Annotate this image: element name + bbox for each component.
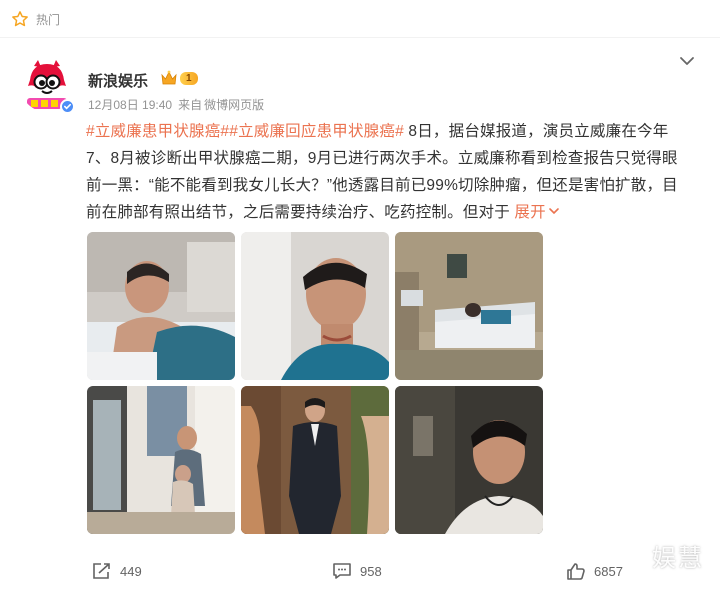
- hot-label: 热门: [36, 12, 61, 27]
- repost-button[interactable]: 449: [92, 556, 142, 586]
- post-meta: 12月08日 19:40 来自 微博网页版: [88, 96, 264, 113]
- header-divider: [0, 37, 720, 38]
- comment-button[interactable]: 958: [332, 556, 382, 586]
- vip-level: 1: [180, 71, 198, 85]
- source-prefix: 来自: [178, 98, 203, 112]
- post-photo-drama-still[interactable]: [395, 386, 543, 534]
- comment-icon: [333, 563, 351, 579]
- post-source: 微博网页版: [204, 98, 265, 112]
- thumbs-up-icon: [567, 563, 585, 580]
- like-button[interactable]: 6857: [566, 556, 623, 586]
- post-photo-father-daughter[interactable]: [87, 386, 235, 534]
- vip-badge[interactable]: 1: [160, 69, 204, 87]
- chevron-down-icon: [549, 208, 559, 215]
- post-photo-neck-scar-selfie[interactable]: [241, 232, 389, 380]
- like-count: 6857: [594, 563, 623, 579]
- action-bar: 449 958 6857: [0, 556, 720, 586]
- repost-icon: [93, 563, 110, 579]
- post-date[interactable]: 12月08日 19:40: [88, 96, 172, 113]
- chevron-down-icon[interactable]: [678, 52, 696, 70]
- watermark: 娱慧: [652, 544, 704, 572]
- expand-link[interactable]: 展开: [514, 204, 559, 221]
- repost-count: 449: [120, 563, 142, 579]
- verified-badge-icon: [60, 99, 75, 114]
- post-photo-suit-portrait[interactable]: [241, 386, 389, 534]
- post-text: #立威廉患甲状腺癌##立威廉回应患甲状腺癌# 8日，据台媒报道，演员立威廉在今年…: [86, 118, 692, 226]
- post-photo-hospital-bed[interactable]: [87, 232, 235, 380]
- hashtag-link[interactable]: #立威廉回应患甲状腺癌#: [229, 123, 404, 140]
- crown-icon: [161, 70, 177, 85]
- author-name[interactable]: 新浪娱乐: [88, 70, 148, 91]
- post-photo-hospital-room[interactable]: [395, 232, 543, 380]
- star-outline-icon: [10, 9, 30, 29]
- comment-count: 958: [360, 563, 382, 579]
- expand-label: 展开: [514, 204, 546, 221]
- hashtag-link[interactable]: #立威廉患甲状腺癌#: [86, 123, 229, 140]
- photo-grid: [87, 232, 543, 534]
- hot-section-header: 热门: [10, 8, 60, 30]
